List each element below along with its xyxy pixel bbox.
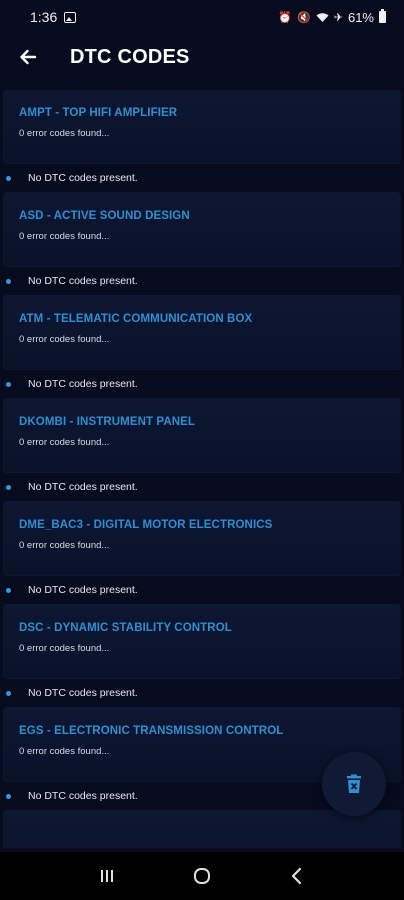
dtc-status-text: No DTC codes present.: [28, 172, 138, 184]
module-error-count: 0 error codes found...: [19, 437, 110, 448]
back-button[interactable]: [4, 34, 52, 80]
arrow-left-icon: [20, 49, 37, 65]
module-error-count: 0 error codes found...: [19, 540, 110, 551]
recents-button[interactable]: [87, 856, 127, 896]
module-title: DME_BAC3 - DIGITAL MOTOR ELECTRONICS: [19, 519, 273, 531]
trash-icon: [347, 774, 361, 793]
dtc-status-text: No DTC codes present.: [28, 275, 138, 287]
module-error-count: 0 error codes found...: [19, 231, 110, 242]
status-left: 1:36: [30, 9, 77, 25]
dtc-row: No DTC codes present.: [0, 472, 404, 502]
bullet-icon: [6, 175, 11, 181]
module-title: ATM - TELEMATIC COMMUNICATION BOX: [19, 313, 253, 325]
home-button[interactable]: [182, 856, 222, 896]
page-title: DTC CODES: [70, 45, 190, 68]
dtc-row: No DTC codes present.: [0, 163, 404, 193]
back-icon: [291, 867, 301, 885]
bullet-icon: [6, 690, 11, 696]
app-bar: DTC CODES: [0, 34, 404, 80]
bullet-icon: [6, 587, 11, 593]
delete-button[interactable]: [322, 752, 386, 816]
module-list[interactable]: AMPT - TOP HIFI AMPLIFIER 0 error codes …: [0, 90, 404, 848]
status-time: 1:36: [30, 9, 58, 25]
status-right: ⏰ 🔇 ✈ 61%: [278, 9, 386, 25]
dtc-status-text: No DTC codes present.: [28, 481, 138, 493]
dtc-status-text: No DTC codes present.: [28, 687, 138, 699]
bullet-icon: [6, 484, 11, 490]
dtc-row: No DTC codes present.: [0, 678, 404, 708]
mute-icon: 🔇: [297, 11, 311, 24]
bullet-icon: [6, 381, 11, 387]
module-card[interactable]: DKOMBI - INSTRUMENT PANEL 0 error codes …: [4, 399, 400, 472]
module-title: AMPT - TOP HIFI AMPLIFIER: [19, 107, 178, 119]
dtc-status-text: No DTC codes present.: [28, 378, 138, 390]
module-item: DME_BAC3 - DIGITAL MOTOR ELECTRONICS 0 e…: [0, 502, 404, 605]
module-item: DKOMBI - INSTRUMENT PANEL 0 error codes …: [0, 399, 404, 502]
module-title: EGS - ELECTRONIC TRANSMISSION CONTROL: [19, 725, 284, 737]
module-error-count: 0 error codes found...: [19, 128, 110, 139]
module-card[interactable]: AMPT - TOP HIFI AMPLIFIER 0 error codes …: [4, 90, 400, 163]
bullet-icon: [6, 278, 11, 284]
navigation-bar: [0, 852, 404, 900]
dtc-status-text: No DTC codes present.: [28, 790, 138, 802]
module-card[interactable]: DSC - DYNAMIC STABILITY CONTROL 0 error …: [4, 605, 400, 678]
module-card[interactable]: ASD - ACTIVE SOUND DESIGN 0 error codes …: [4, 193, 400, 266]
module-title: DSC - DYNAMIC STABILITY CONTROL: [19, 622, 232, 634]
dtc-row: No DTC codes present.: [0, 575, 404, 605]
recents-icon: [101, 870, 114, 882]
module-card[interactable]: DME_BAC3 - DIGITAL MOTOR ELECTRONICS 0 e…: [4, 502, 400, 575]
battery-level: 61%: [347, 9, 374, 25]
battery-icon: [379, 9, 386, 23]
home-icon: [193, 868, 210, 884]
module-item: ATM - TELEMATIC COMMUNICATION BOX 0 erro…: [0, 296, 404, 399]
module-card[interactable]: ATM - TELEMATIC COMMUNICATION BOX 0 erro…: [4, 296, 400, 369]
module-title: ASD - ACTIVE SOUND DESIGN: [19, 210, 190, 222]
module-error-count: 0 error codes found...: [19, 643, 110, 654]
dtc-row: No DTC codes present.: [0, 369, 404, 399]
module-item-partial: [0, 811, 404, 848]
alarm-icon: ⏰: [278, 11, 293, 24]
dtc-status-text: No DTC codes present.: [28, 584, 138, 596]
module-error-count: 0 error codes found...: [19, 334, 110, 345]
module-item: AMPT - TOP HIFI AMPLIFIER 0 error codes …: [0, 90, 404, 193]
bullet-icon: [6, 793, 11, 799]
status-bar: 1:36 ⏰ 🔇 ✈ 61%: [0, 0, 404, 34]
back-nav-button[interactable]: [277, 856, 317, 896]
module-item: ASD - ACTIVE SOUND DESIGN 0 error codes …: [0, 193, 404, 296]
module-title: DKOMBI - INSTRUMENT PANEL: [19, 416, 196, 428]
module-item: DSC - DYNAMIC STABILITY CONTROL 0 error …: [0, 605, 404, 708]
module-card[interactable]: [4, 811, 400, 848]
dtc-row: No DTC codes present.: [0, 266, 404, 296]
wifi-icon: [316, 12, 329, 22]
gallery-icon: [64, 11, 77, 23]
airplane-icon: ✈: [333, 11, 343, 24]
